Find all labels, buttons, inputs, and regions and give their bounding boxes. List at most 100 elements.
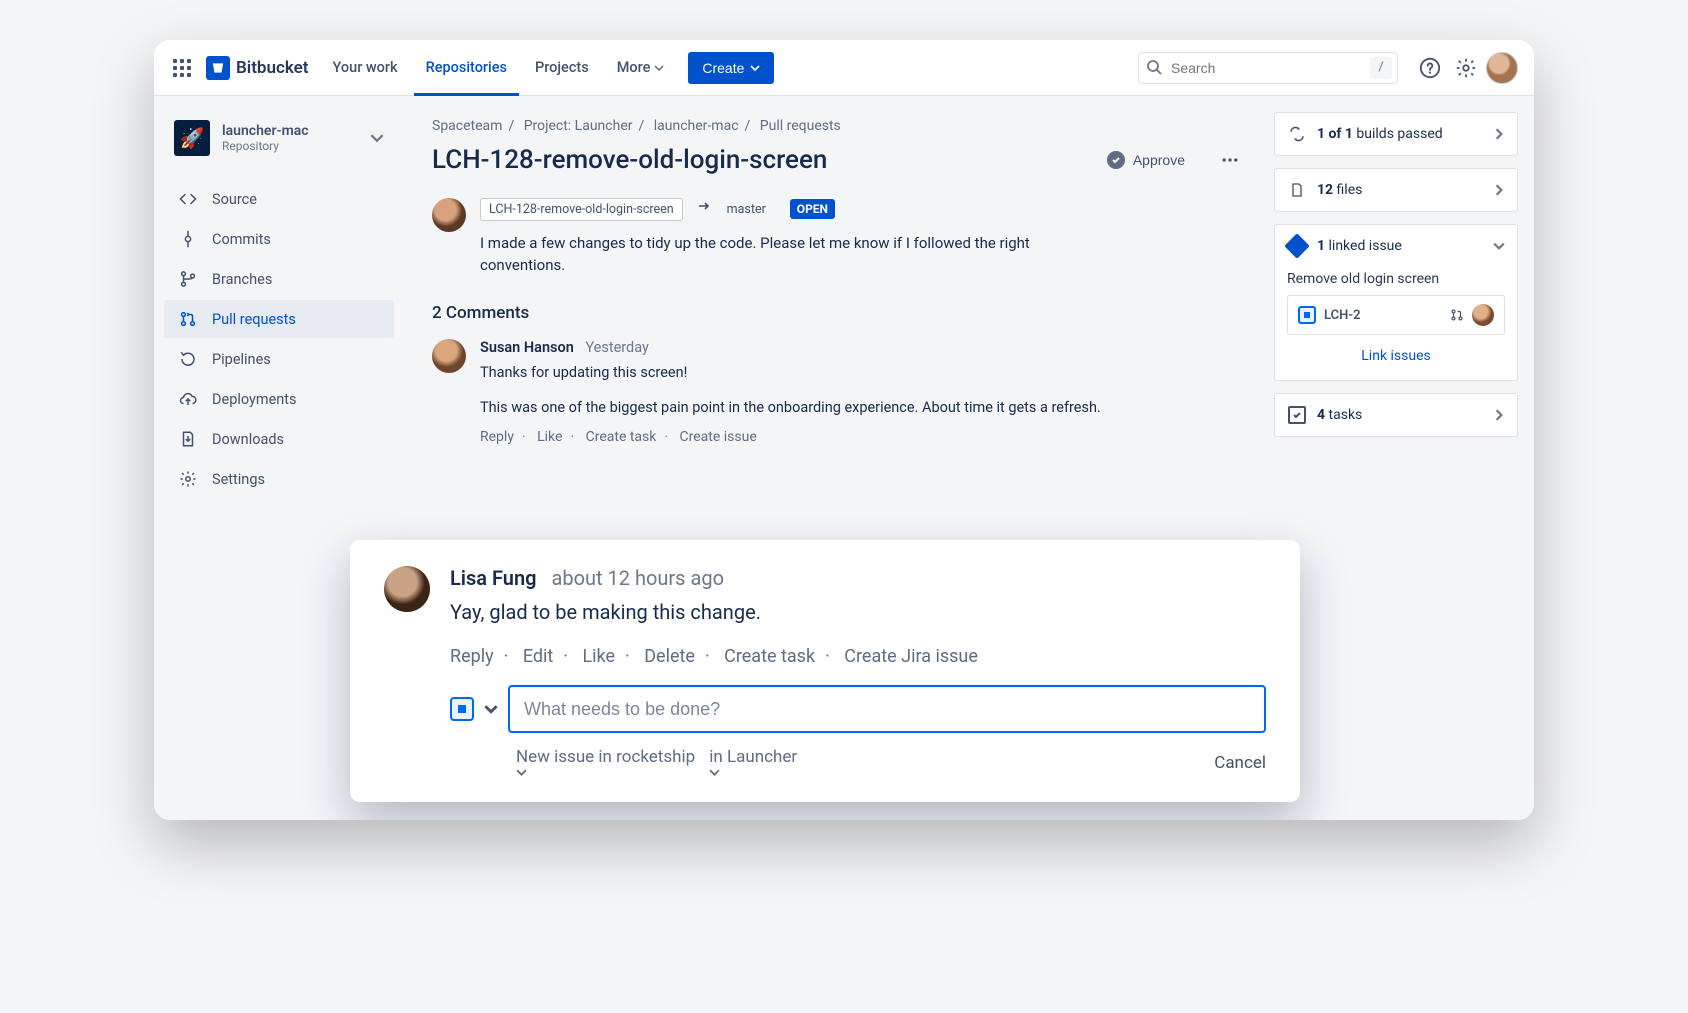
chevron-down-icon [1493, 240, 1505, 252]
logo-text: Bitbucket [236, 58, 309, 78]
code-icon [178, 190, 198, 208]
sidebar-item-label: Settings [212, 471, 265, 488]
comments-heading: 2 Comments [432, 303, 1246, 323]
sidebar-item-settings[interactable]: Settings [164, 460, 394, 498]
sidebar-item-pull-requests[interactable]: Pull requests [164, 300, 394, 338]
file-icon [1287, 181, 1307, 199]
arrow-right-icon [697, 199, 711, 213]
chevron-down-icon [516, 767, 697, 778]
profile-avatar[interactable] [1486, 52, 1518, 84]
pr-status-badge: OPEN [790, 199, 835, 219]
builds-row[interactable]: 1 of 1 builds passed [1275, 113, 1517, 155]
overlay-edit[interactable]: Edit [523, 646, 553, 667]
nav-projects[interactable]: Projects [523, 40, 601, 96]
pr-description: I made a few changes to tidy up the code… [480, 233, 1100, 277]
crumb[interactable]: Project: Launcher [524, 118, 633, 134]
overlay-delete[interactable]: Delete [644, 646, 695, 667]
builds-icon [1287, 125, 1307, 143]
chevron-down-icon [370, 131, 384, 145]
sidebar-item-deployments[interactable]: Deployments [164, 380, 394, 418]
nav-your-work[interactable]: Your work [321, 40, 410, 96]
top-nav: Bitbucket Your work Repositories Project… [154, 40, 1534, 96]
sidebar-item-label: Branches [212, 271, 272, 288]
issue-type-chevron[interactable] [484, 702, 498, 716]
crumb[interactable]: Pull requests [760, 118, 841, 134]
overlay-create-task[interactable]: Create task [724, 646, 815, 667]
sidebar-item-commits[interactable]: Commits [164, 220, 394, 258]
create-label: Create [702, 60, 744, 76]
sidebar-item-pipelines[interactable]: Pipelines [164, 340, 394, 378]
nav-repositories[interactable]: Repositories [414, 40, 519, 96]
sidebar-item-downloads[interactable]: Downloads [164, 420, 394, 458]
sidebar-item-label: Commits [212, 231, 271, 248]
linked-issue-title: Remove old login screen [1287, 271, 1505, 295]
pr-author-avatar [432, 198, 466, 232]
overlay-reply[interactable]: Reply [450, 646, 494, 667]
overlay-author[interactable]: Lisa Fung [450, 566, 537, 590]
settings-icon[interactable] [1450, 52, 1482, 84]
branch-icon [178, 270, 198, 288]
tasks-row[interactable]: 4 tasks [1275, 394, 1517, 436]
search-field[interactable]: / [1138, 52, 1398, 84]
nav-more-label: More [617, 59, 651, 76]
comment-create-task[interactable]: Create task [586, 429, 657, 445]
chevron-right-icon [1493, 409, 1505, 421]
search-shortcut: / [1370, 57, 1392, 79]
bitbucket-logo[interactable]: Bitbucket [206, 56, 309, 80]
sidebar-item-label: Pull requests [212, 311, 296, 328]
search-input[interactable] [1138, 52, 1398, 84]
comment-actions: Reply· Like· Create task· Create issue [480, 429, 1246, 445]
more-actions-button[interactable] [1214, 144, 1246, 176]
help-icon[interactable] [1414, 52, 1446, 84]
in-launcher[interactable]: in Launcher [709, 747, 799, 778]
files-row[interactable]: 12 files [1275, 169, 1517, 211]
linked-issue-item[interactable]: LCH-2 [1287, 295, 1505, 335]
gear-icon [178, 470, 198, 488]
tasks-label: 4 tasks [1317, 407, 1483, 423]
comment-item: Susan Hanson Yesterday Thanks for updati… [432, 339, 1246, 446]
approve-label: Approve [1133, 152, 1185, 168]
assignee-avatar [1472, 304, 1494, 326]
source-branch[interactable]: LCH-128-remove-old-login-screen [480, 198, 683, 221]
sidebar-item-label: Pipelines [212, 351, 271, 368]
approve-button[interactable]: Approve [1094, 144, 1198, 176]
comment-author[interactable]: Susan Hanson [480, 339, 574, 356]
issue-summary-input[interactable] [508, 685, 1266, 733]
comment-create-issue[interactable]: Create issue [680, 429, 757, 445]
repo-selector[interactable]: 🚀 launcher-mac Repository [164, 112, 394, 164]
sidebar-item-label: Source [212, 191, 257, 208]
issue-type-icon[interactable] [450, 697, 474, 721]
comment-like[interactable]: Like [537, 429, 562, 445]
comment-body: This was one of the biggest pain point i… [480, 397, 1120, 419]
chevron-down-icon [654, 63, 664, 73]
crumb[interactable]: Spaceteam [432, 118, 502, 134]
cancel-button[interactable]: Cancel [1214, 753, 1266, 773]
target-branch[interactable]: master [719, 199, 774, 220]
app-switcher-icon[interactable] [170, 56, 194, 80]
pull-request-icon [178, 310, 198, 328]
sidebar-item-source[interactable]: Source [164, 180, 394, 218]
sidebar-item-branches[interactable]: Branches [164, 260, 394, 298]
comment-reply[interactable]: Reply [480, 429, 514, 445]
overlay-avatar [384, 566, 430, 612]
overlay-create-jira-issue[interactable]: Create Jira issue [844, 646, 978, 667]
linked-issue-row[interactable]: 1 linked issue [1275, 225, 1517, 267]
issue-key: LCH-2 [1324, 308, 1442, 323]
comment-avatar [432, 339, 466, 373]
pr-title: LCH-128-remove-old-login-screen [432, 145, 1078, 175]
builds-label: 1 of 1 builds passed [1317, 126, 1483, 142]
download-icon [178, 430, 198, 448]
jira-icon [1287, 237, 1307, 255]
chevron-right-icon [1493, 128, 1505, 140]
repo-name: launcher-mac [222, 123, 309, 139]
create-button[interactable]: Create [688, 52, 774, 84]
comment-body: Thanks for updating this screen! [480, 362, 1120, 384]
linked-issue-label: 1 linked issue [1317, 238, 1483, 254]
crumb[interactable]: launcher-mac [654, 118, 739, 134]
overlay-like[interactable]: Like [582, 646, 615, 667]
bitbucket-icon [206, 56, 230, 80]
nav-more[interactable]: More [605, 40, 677, 96]
link-issues-link[interactable]: Link issues [1361, 348, 1430, 364]
new-issue-in-project[interactable]: New issue in rocketship [516, 747, 697, 778]
sidebar-item-label: Deployments [212, 391, 297, 408]
